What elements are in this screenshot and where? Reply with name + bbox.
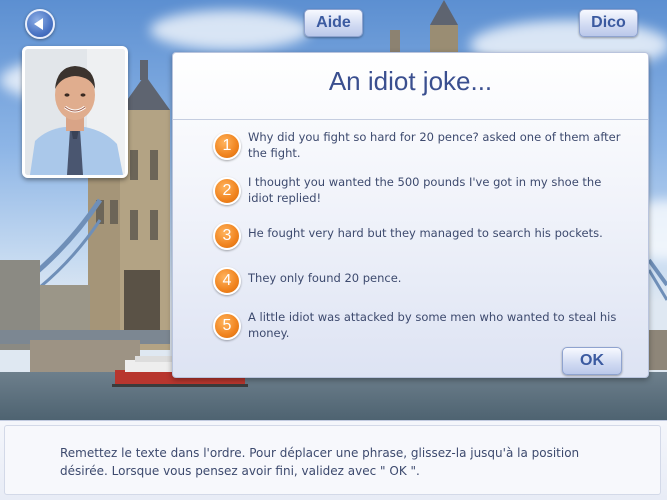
title-divider <box>173 119 648 120</box>
sentence-text: They only found 20 pence. <box>248 271 402 285</box>
sentence-text: A little idiot was attacked by some men … <box>248 310 617 340</box>
teacher-avatar <box>22 46 128 178</box>
instruction-text: Remettez le texte dans l'ordre. Pour dép… <box>60 446 580 478</box>
dictionary-button[interactable]: Dico <box>579 9 638 37</box>
sentence-text: Why did you fight so hard for 20 pence? … <box>248 130 621 160</box>
exercise-panel: An idiot joke... 1 Why did you fight so … <box>172 52 649 378</box>
exercise-title: An idiot joke... <box>328 66 493 96</box>
sentence-number-badge: 1 <box>213 132 241 160</box>
sentence-item-5[interactable]: 5 A little idiot was attacked by some me… <box>213 309 633 345</box>
teacher-portrait-icon <box>25 49 125 175</box>
sentence-number-badge: 5 <box>213 312 241 340</box>
sentence-text: He fought very hard but they managed to … <box>248 226 603 240</box>
sentence-text: I thought you wanted the 500 pounds I've… <box>248 175 602 205</box>
sentence-item-1[interactable]: 1 Why did you fight so hard for 20 pence… <box>213 129 633 165</box>
sentence-number-badge: 4 <box>213 267 241 295</box>
help-button[interactable]: Aide <box>304 9 363 37</box>
instruction-bar: Remettez le texte dans l'ordre. Pour dép… <box>0 420 667 500</box>
sentence-number-badge: 3 <box>213 222 241 250</box>
sentence-number-badge: 2 <box>213 177 241 205</box>
back-arrow-icon <box>34 18 43 30</box>
sentence-item-3[interactable]: 3 He fought very hard but they managed t… <box>213 219 633 255</box>
back-button[interactable] <box>25 9 55 39</box>
ok-button[interactable]: OK <box>562 347 622 375</box>
sentence-item-2[interactable]: 2 I thought you wanted the 500 pounds I'… <box>213 174 633 210</box>
sentence-item-4[interactable]: 4 They only found 20 pence. <box>213 264 633 300</box>
instruction-box: Remettez le texte dans l'ordre. Pour dép… <box>4 425 661 495</box>
